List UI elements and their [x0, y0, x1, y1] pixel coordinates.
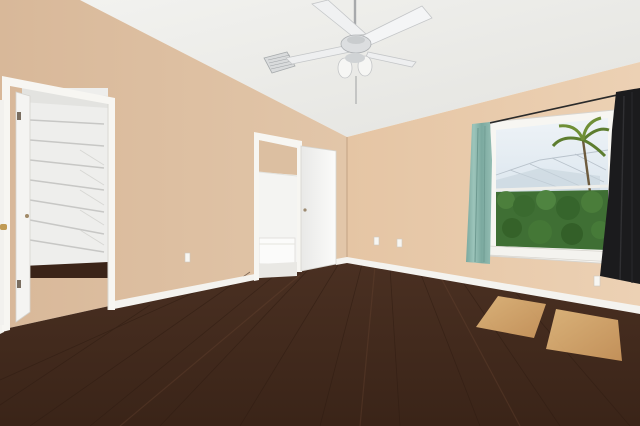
bathroom-doorway — [258, 140, 298, 278]
electrical-outlet — [593, 275, 601, 287]
electrical-outlet — [184, 252, 191, 263]
electrical-outlet — [373, 236, 380, 246]
door-knob — [303, 208, 307, 212]
room-photo — [0, 0, 640, 426]
closet-door — [15, 91, 31, 323]
walk-in-closet — [22, 88, 108, 278]
hedge-foliage — [496, 190, 609, 250]
door-knob — [0, 224, 7, 230]
window — [487, 109, 617, 265]
bathroom-door — [300, 145, 337, 272]
door-hinge — [17, 112, 21, 120]
bathtub — [258, 237, 296, 265]
door-hinge — [17, 280, 21, 288]
door-knob — [25, 214, 29, 218]
electrical-outlet — [396, 238, 403, 248]
